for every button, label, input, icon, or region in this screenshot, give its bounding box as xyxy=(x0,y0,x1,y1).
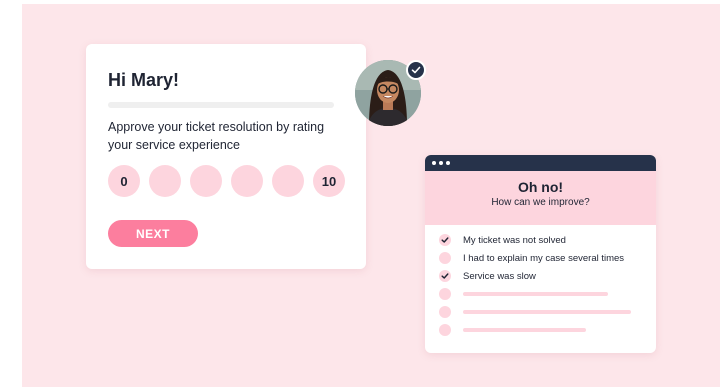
rating-option[interactable] xyxy=(272,165,304,197)
feedback-options: My ticket was not solved I had to explai… xyxy=(439,231,644,339)
placeholder-line xyxy=(463,328,586,332)
progress-bar xyxy=(108,102,334,108)
feedback-option-placeholder[interactable] xyxy=(439,321,644,339)
feedback-option-explain-several-times[interactable]: I had to explain my case several times xyxy=(439,249,644,267)
option-label: Service was slow xyxy=(463,270,536,282)
check-icon xyxy=(411,66,421,74)
option-label: I had to explain my case several times xyxy=(463,252,625,264)
window-dot-icon xyxy=(439,161,443,165)
window-dot-icon xyxy=(446,161,450,165)
rating-option[interactable] xyxy=(231,165,263,197)
greeting-heading: Hi Mary! xyxy=(108,70,180,90)
feedback-header: Oh no! How can we improve? xyxy=(425,171,656,225)
checkbox[interactable] xyxy=(439,324,451,336)
checkbox[interactable] xyxy=(439,306,451,318)
check-icon xyxy=(441,237,449,243)
window-dot-icon xyxy=(432,161,436,165)
rating-option[interactable] xyxy=(190,165,222,197)
survey-card: Hi Mary! Approve your ticket resolution … xyxy=(86,44,366,269)
rating-question: Approve your ticket resolution by rating… xyxy=(108,120,325,152)
check-icon xyxy=(441,273,449,279)
rating-scale: 0 10 xyxy=(108,165,345,197)
placeholder-line xyxy=(463,292,608,296)
rating-option-0[interactable]: 0 xyxy=(108,165,140,197)
next-button[interactable]: NEXT xyxy=(108,220,198,247)
feedback-option-placeholder[interactable] xyxy=(439,285,644,303)
window-titlebar xyxy=(425,155,656,171)
checkbox[interactable] xyxy=(439,270,451,282)
checkbox[interactable] xyxy=(439,252,451,264)
feedback-window: Oh no! How can we improve? My ticket was… xyxy=(425,155,656,353)
feedback-subtitle: How can we improve? xyxy=(491,197,590,208)
rating-option[interactable] xyxy=(149,165,181,197)
feedback-title: Oh no! xyxy=(517,179,564,195)
feedback-option-service-slow[interactable]: Service was slow xyxy=(439,267,644,285)
option-label: My ticket was not solved xyxy=(463,234,566,246)
rating-option-10[interactable]: 10 xyxy=(313,165,345,197)
feedback-option-not-solved[interactable]: My ticket was not solved xyxy=(439,231,644,249)
feedback-option-placeholder[interactable] xyxy=(439,303,644,321)
checkbox[interactable] xyxy=(439,234,451,246)
placeholder-line xyxy=(463,310,631,314)
verified-badge xyxy=(406,60,426,80)
checkbox[interactable] xyxy=(439,288,451,300)
